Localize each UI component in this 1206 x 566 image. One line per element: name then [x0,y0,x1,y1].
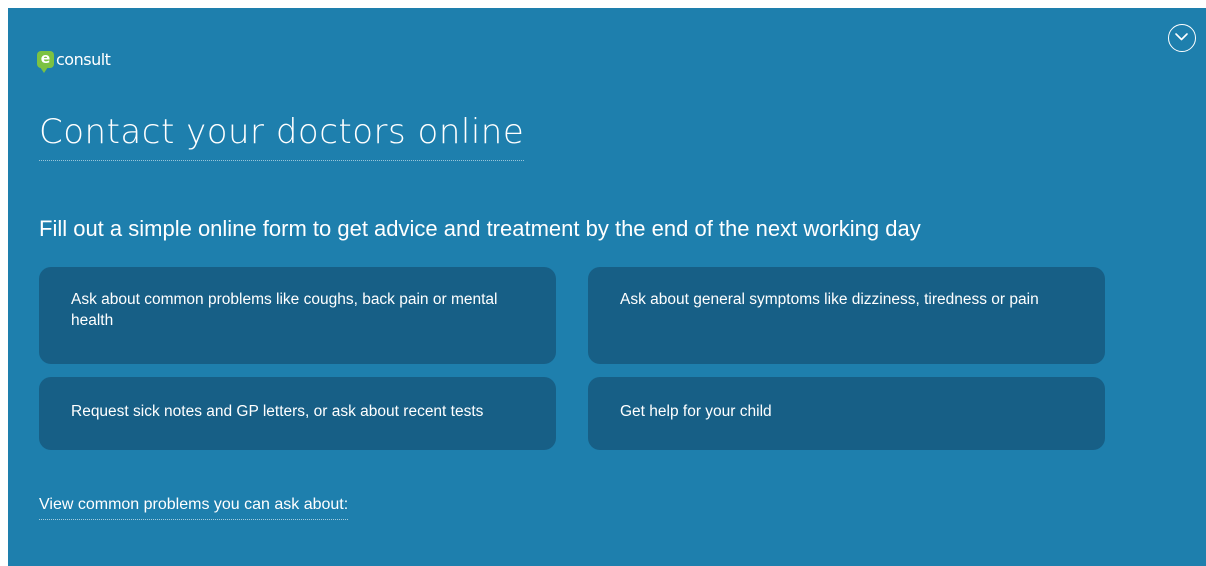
option-card-general-symptoms[interactable]: Ask about general symptoms like dizzines… [588,267,1105,364]
econsult-panel: e consult Contact your doctors online Fi… [8,8,1206,566]
logo-text: consult [56,49,111,69]
option-card-child-help[interactable]: Get help for your child [588,377,1105,450]
option-card-label: Request sick notes and GP letters, or as… [71,403,484,420]
view-common-problems-link[interactable]: View common problems you can ask about: [39,494,349,520]
chevron-down-icon [1175,33,1188,41]
page-title: Contact your doctors online [39,108,525,161]
option-card-sick-notes[interactable]: Request sick notes and GP letters, or as… [39,377,556,450]
option-card-common-problems[interactable]: Ask about common problems like coughs, b… [39,267,556,364]
page-subtitle: Fill out a simple online form to get adv… [39,216,921,241]
option-card-label: Ask about general symptoms like dizzines… [620,291,1039,308]
collapse-button[interactable] [1168,24,1196,52]
option-card-label: Ask about common problems like coughs, b… [71,291,498,329]
option-card-label: Get help for your child [620,403,772,420]
econsult-logo: e consult [37,48,111,73]
logo-badge: e [37,50,54,73]
